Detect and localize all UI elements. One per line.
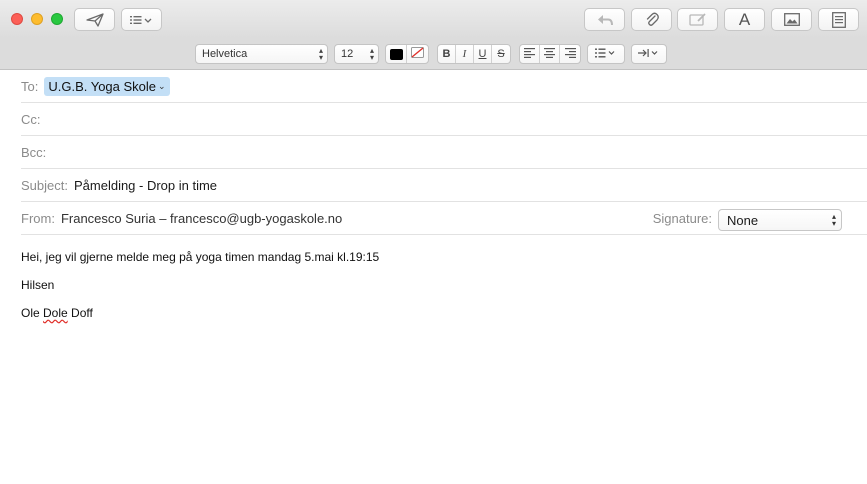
subject-field[interactable]: Subject: Påmelding - Drop in time bbox=[21, 169, 867, 202]
window-toolbar: A bbox=[0, 0, 867, 38]
body-line-greeting: Hei, jeg vil gjerne melde meg på yoga ti… bbox=[21, 250, 380, 264]
close-window-button[interactable] bbox=[11, 13, 23, 25]
stepper-arrows-icon: ▴ ▾ bbox=[318, 46, 323, 62]
fonts-icon: A bbox=[738, 9, 751, 29]
bcc-field[interactable]: Bcc: bbox=[21, 136, 867, 169]
font-family-select[interactable]: Helvetica ▴ ▾ bbox=[195, 44, 328, 64]
reply-button[interactable] bbox=[584, 8, 625, 31]
bold-button[interactable]: B bbox=[438, 45, 456, 63]
photo-browser-icon bbox=[783, 13, 800, 26]
align-center-button[interactable] bbox=[540, 45, 560, 63]
align-left-button[interactable] bbox=[520, 45, 540, 63]
signature-value: None bbox=[727, 212, 759, 228]
attach-button[interactable] bbox=[631, 8, 672, 31]
reply-icon bbox=[596, 13, 614, 27]
stepper-arrows-icon: ▴ ▾ bbox=[369, 46, 374, 62]
alignment-controls bbox=[519, 44, 581, 64]
background-color-well[interactable] bbox=[407, 45, 428, 63]
cc-field[interactable]: Cc: bbox=[21, 103, 867, 136]
from-account-popup[interactable]: Francesco Suria – francesco@ugb-yogaskol… bbox=[61, 211, 342, 226]
align-center-icon bbox=[544, 47, 555, 61]
strikethrough-button[interactable]: S bbox=[492, 45, 510, 63]
chevron-down-icon: ⌄ bbox=[158, 80, 166, 91]
stationery-button[interactable] bbox=[818, 8, 859, 31]
align-left-icon bbox=[524, 47, 535, 61]
from-label: From: bbox=[21, 210, 55, 226]
message-body[interactable]: Hei, jeg vil gjerne melde meg på yoga ti… bbox=[0, 236, 867, 484]
body-line-signature: Ole Dole Doff bbox=[21, 306, 93, 320]
stationery-icon bbox=[831, 11, 846, 28]
recipient-name: U.G.B. Yoga Skole bbox=[48, 78, 157, 94]
stepper-arrows-icon: ▴ ▾ bbox=[831, 212, 836, 228]
underline-button[interactable]: U bbox=[474, 45, 492, 63]
color-controls bbox=[385, 44, 429, 64]
send-button[interactable] bbox=[74, 8, 115, 31]
body-line-closing: Hilsen bbox=[21, 278, 55, 292]
markup-button[interactable] bbox=[677, 8, 718, 31]
fonts-button[interactable]: A bbox=[724, 8, 765, 31]
text-color-swatch-icon bbox=[389, 48, 403, 60]
attach-icon bbox=[645, 11, 659, 28]
format-bar: Helvetica ▴ ▾ 12 ▴ ▾ B I U S bbox=[0, 38, 867, 70]
bulleted-list-icon bbox=[595, 48, 617, 61]
header-fields-button[interactable] bbox=[121, 8, 162, 31]
send-icon bbox=[85, 12, 104, 27]
subject-input[interactable]: Påmelding - Drop in time bbox=[74, 178, 217, 193]
no-color-icon bbox=[411, 47, 424, 61]
markup-icon bbox=[688, 12, 707, 27]
signature-label: Signature: bbox=[652, 210, 712, 226]
to-label: To: bbox=[21, 78, 39, 94]
indent-popup[interactable] bbox=[631, 44, 667, 64]
italic-button[interactable]: I bbox=[456, 45, 474, 63]
indent-icon bbox=[638, 48, 660, 61]
zoom-window-button[interactable] bbox=[51, 13, 63, 25]
text-style-controls: B I U S bbox=[437, 44, 511, 64]
header-fields-icon bbox=[129, 14, 154, 26]
minimize-window-button[interactable] bbox=[31, 13, 43, 25]
text-color-well[interactable] bbox=[386, 45, 407, 63]
misspelled-word: Dole bbox=[43, 306, 68, 320]
bcc-label: Bcc: bbox=[21, 144, 47, 160]
to-field[interactable]: To: U.G.B. Yoga Skole ⌄ bbox=[21, 70, 867, 103]
align-right-button[interactable] bbox=[560, 45, 580, 63]
align-right-icon bbox=[564, 47, 576, 61]
font-size-select[interactable]: 12 ▴ ▾ bbox=[334, 44, 379, 64]
subject-label: Subject: bbox=[21, 177, 68, 193]
font-family-value: Helvetica bbox=[202, 48, 248, 60]
font-size-value: 12 bbox=[341, 48, 354, 60]
recipient-token[interactable]: U.G.B. Yoga Skole ⌄ bbox=[44, 76, 170, 96]
list-style-popup[interactable] bbox=[587, 44, 625, 64]
signature-select[interactable]: None ▴ ▾ bbox=[718, 209, 842, 231]
cc-label: Cc: bbox=[21, 111, 41, 127]
photo-browser-button[interactable] bbox=[771, 8, 812, 31]
